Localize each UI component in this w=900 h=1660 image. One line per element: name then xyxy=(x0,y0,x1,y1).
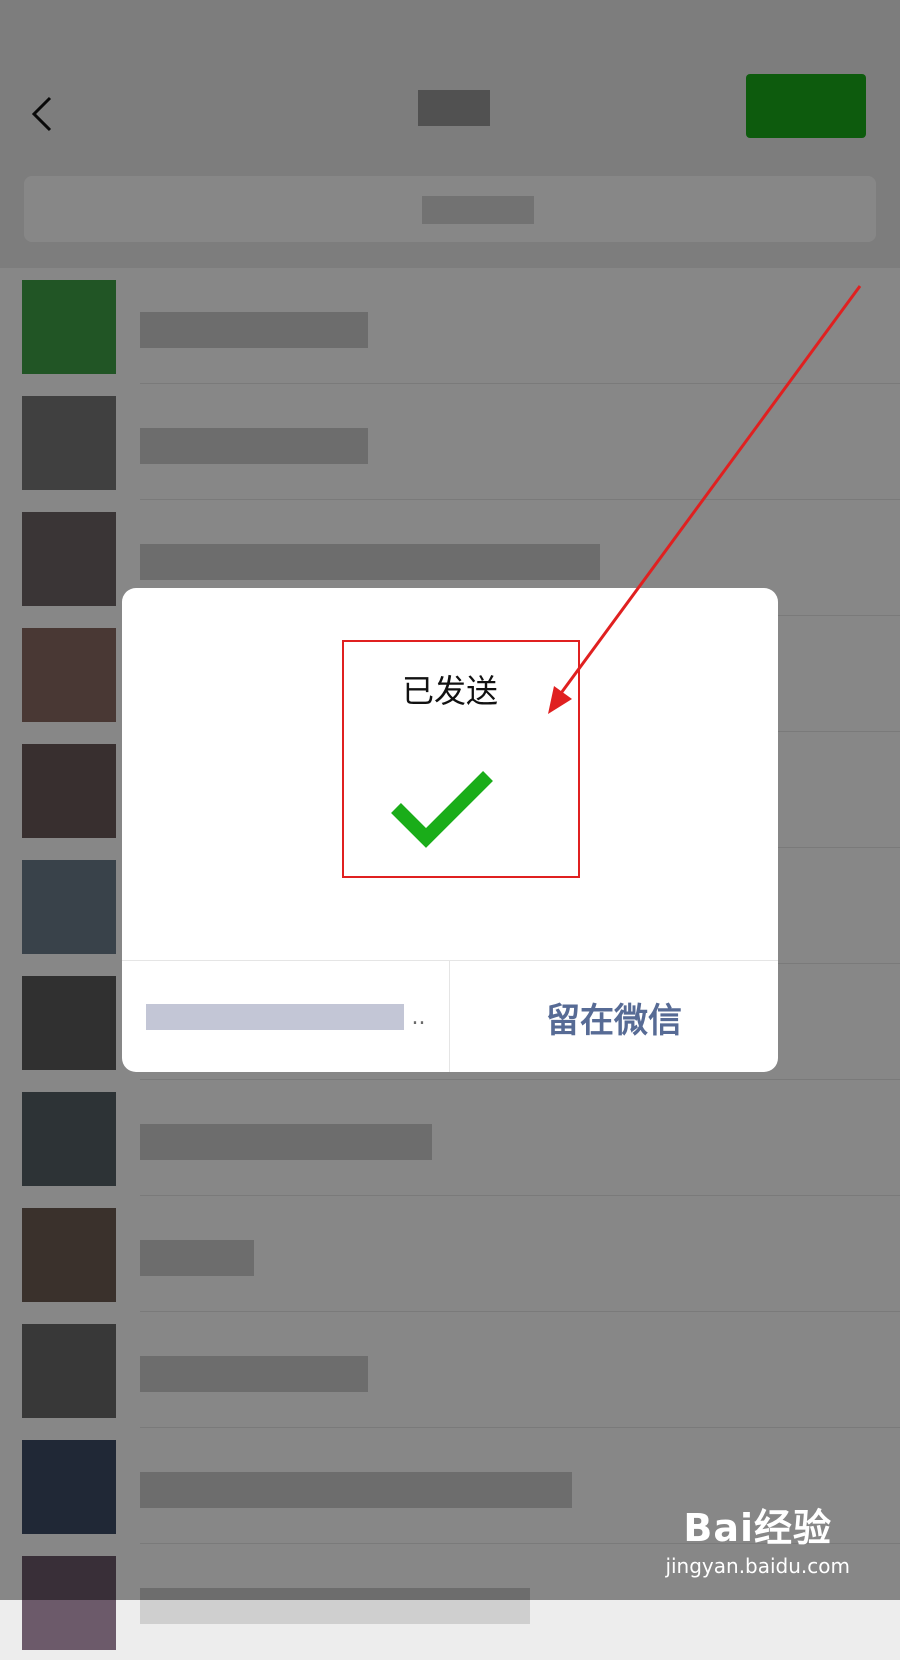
ellipsis: .. xyxy=(411,1004,426,1030)
back-to-app-label-blurred xyxy=(145,1004,404,1030)
dialog-footer: .. 留在微信 xyxy=(122,960,778,1072)
annotation-highlight-box xyxy=(342,640,580,878)
baidu-jingyan-watermark: Bai经验 jingyan.baidu.com xyxy=(665,1497,850,1578)
stay-in-wechat-button[interactable]: 留在微信 xyxy=(450,961,778,1072)
watermark-logo: Bai经验 xyxy=(683,1506,833,1550)
back-to-app-button[interactable]: .. xyxy=(122,961,450,1072)
watermark-url: jingyan.baidu.com xyxy=(665,1554,850,1578)
